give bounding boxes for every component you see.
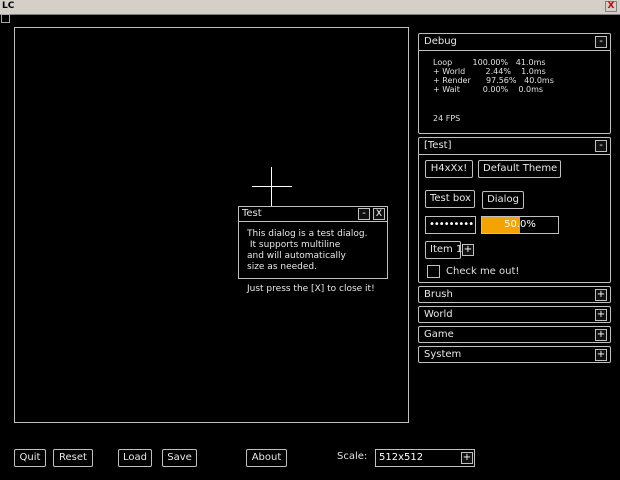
dialog-minimize-button[interactable]: - (358, 208, 370, 220)
test-dialog-title: Test (242, 208, 262, 219)
world-panel-title: World (424, 309, 453, 320)
scale-label: Scale: (337, 451, 368, 462)
game-panel[interactable]: Game + (418, 326, 611, 343)
test-box-button[interactable]: Test box (425, 190, 475, 208)
debug-panel-body: Loop 100.00% 41.0ms + World 2.44% 1.0ms … (419, 50, 610, 134)
debug-line-render: + Render 97.56% 40.0ms (433, 76, 554, 85)
checkbox-label: Check me out! (446, 266, 520, 277)
password-field[interactable]: ••••••••• (425, 216, 476, 234)
debug-line-wait: + Wait 0.00% 0.0ms (433, 85, 544, 94)
debug-line-world: + World 2.44% 1.0ms (433, 67, 546, 76)
window-title: LC (2, 1, 15, 11)
debug-collapse-button[interactable]: - (595, 36, 607, 48)
dialog-close-button[interactable]: X (373, 208, 385, 220)
progress-label: 50.0% (504, 219, 536, 230)
brush-panel-title: Brush (424, 289, 453, 300)
save-button[interactable]: Save (162, 449, 197, 467)
window-close-icon[interactable]: X (605, 1, 617, 12)
scale-select[interactable]: 512x512 (375, 449, 475, 467)
check-me-out-checkbox[interactable] (427, 265, 440, 278)
about-button[interactable]: About (246, 449, 287, 467)
test-panel-header[interactable]: [Test] - (419, 138, 610, 154)
game-panel-title: Game (424, 329, 454, 340)
crosshair-icon-vertical (271, 167, 272, 207)
scale-plus-button[interactable]: + (461, 452, 473, 464)
world-panel[interactable]: World + (418, 306, 611, 323)
fps-readout: 24 FPS (433, 114, 461, 123)
debug-panel-header[interactable]: Debug - (419, 34, 610, 50)
h4x-button[interactable]: H4xXx! (425, 160, 473, 178)
load-button[interactable]: Load (118, 449, 152, 467)
game-expand-button[interactable]: + (595, 329, 607, 341)
debug-panel: Debug - Loop 100.00% 41.0ms + World 2.44… (418, 33, 611, 134)
progress-bar: 50.0% (481, 216, 559, 234)
crosshair-icon-horizontal (252, 186, 292, 187)
quit-button[interactable]: Quit (14, 449, 46, 467)
test-dialog-text: This dialog is a test dialog. It support… (247, 229, 375, 294)
item-plus-button[interactable]: + (462, 244, 474, 256)
test-collapse-button[interactable]: - (595, 140, 607, 152)
corner-box-icon (1, 14, 10, 23)
test-dialog-header[interactable]: Test - X (239, 207, 387, 222)
brush-expand-button[interactable]: + (595, 289, 607, 301)
default-theme-button[interactable]: Default Theme (478, 160, 561, 178)
brush-panel[interactable]: Brush + (418, 286, 611, 303)
test-panel: [Test] - H4xXx! Default Theme Test box D… (418, 137, 611, 283)
system-panel[interactable]: System + (418, 346, 611, 363)
window-titlebar[interactable]: LC X (0, 0, 620, 15)
test-panel-title: [Test] (424, 140, 452, 151)
world-expand-button[interactable]: + (595, 309, 607, 321)
debug-panel-title: Debug (424, 36, 457, 47)
test-dialog: Test - X This dialog is a test dialog. I… (238, 206, 388, 294)
system-panel-title: System (424, 349, 462, 360)
test-panel-body: H4xXx! Default Theme Test box Dialog •••… (419, 154, 610, 283)
item-select[interactable]: Item 1 (425, 241, 462, 259)
system-expand-button[interactable]: + (595, 349, 607, 361)
dialog-button[interactable]: Dialog (482, 191, 524, 209)
reset-button[interactable]: Reset (53, 449, 93, 467)
debug-line-loop: Loop 100.00% 41.0ms (433, 58, 546, 67)
